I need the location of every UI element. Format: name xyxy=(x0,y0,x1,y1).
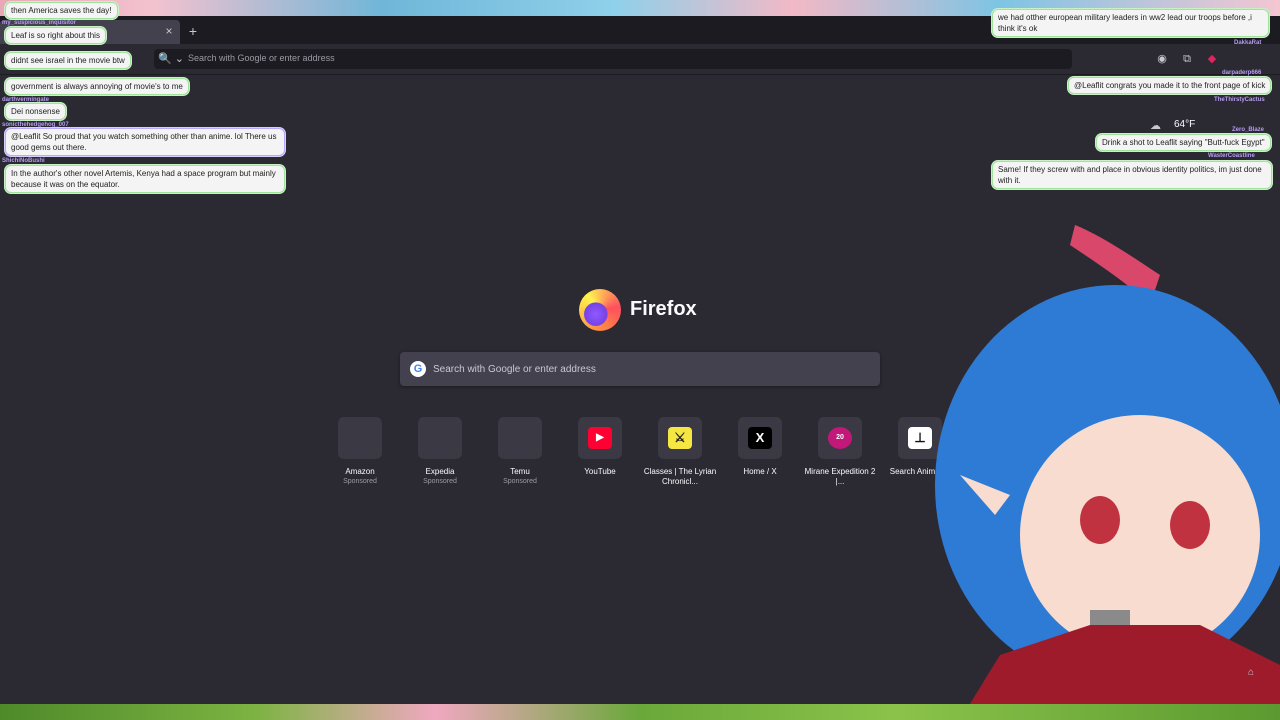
chat-message: In the author's other novel Artemis, Ken… xyxy=(5,165,285,193)
chat-message: Same! If they screw with and place in ob… xyxy=(992,161,1272,189)
search-placeholder: Search with Google or enter address xyxy=(433,364,596,375)
top-site-tile[interactable]: Temu Sponsored xyxy=(480,417,560,487)
chat-username: DakkaRat xyxy=(1234,40,1262,46)
close-tab-icon[interactable]: × xyxy=(162,24,176,38)
weather-temperature: 64°F xyxy=(1174,119,1196,130)
top-site-tile[interactable]: Amazon Sponsored xyxy=(320,417,400,487)
chat-username: TheThirstyCactus xyxy=(1214,97,1265,103)
corner-overlay-icon: ⌂ xyxy=(1248,667,1255,678)
chat-username: my_suspicious_inquisitor xyxy=(2,20,77,26)
vtuber-avatar xyxy=(935,225,1280,720)
tile-sponsored: Sponsored xyxy=(503,478,537,485)
url-placeholder: Search with Google or enter address xyxy=(188,53,335,63)
google-icon: G xyxy=(410,361,426,377)
tile-sponsored: Sponsored xyxy=(343,478,377,485)
top-site-tile[interactable]: ⚔ Classes | The Lyrian Chronicl... xyxy=(640,417,720,487)
tile-title: Classes | The Lyrian Chronicl... xyxy=(643,467,717,486)
chat-message: Dei nonsense xyxy=(5,103,66,120)
chat-username: Zero_Blaze xyxy=(1232,127,1265,133)
chat-message: didnt see israel in the movie btw xyxy=(5,52,131,69)
tile-icon-placeholder xyxy=(498,417,542,459)
tile-icon-placeholder xyxy=(338,417,382,459)
tile-sponsored: Sponsored xyxy=(423,478,457,485)
search-engine-icon[interactable]: 🔍 ⌄ xyxy=(158,51,184,67)
firefox-logo-icon xyxy=(579,289,621,331)
cloud-icon: ☁ xyxy=(1150,120,1161,132)
chat-message: then America saves the day! xyxy=(5,2,118,19)
swords-icon: ⚔ xyxy=(668,427,692,449)
tile-title: Home / X xyxy=(743,467,777,476)
stream-overlay-bottom xyxy=(0,704,1280,720)
tile-icon-placeholder xyxy=(418,417,462,459)
brand-title: Firefox xyxy=(630,298,697,320)
avatar-eye xyxy=(1080,496,1120,544)
chat-username: WasterCoastline xyxy=(1208,153,1255,159)
top-site-tile[interactable]: ▶ YouTube xyxy=(560,417,640,487)
x-logo-icon: X xyxy=(748,427,772,449)
tile-title: YouTube xyxy=(584,467,616,476)
youtube-icon: ▶ xyxy=(588,427,612,449)
d20-icon: 20 xyxy=(828,427,852,449)
extensions-icon[interactable]: ⧉ xyxy=(1180,52,1194,66)
chat-message: government is always annoying of movie's… xyxy=(5,78,189,95)
chat-username: ShichiNoBushi xyxy=(2,158,45,164)
chat-message: Drink a shot to Leaflit saying "Butt-fuc… xyxy=(1096,134,1271,151)
top-site-tile[interactable]: 20 Mirane Expedition 2 |... xyxy=(800,417,880,487)
tile-title: Mirane Expedition 2 |... xyxy=(804,467,876,486)
tile-title: Amazon xyxy=(345,467,375,476)
account-icon[interactable]: ◉ xyxy=(1155,52,1169,66)
chat-username: darpaderp666 xyxy=(1222,70,1262,76)
new-tab-button[interactable]: + xyxy=(186,24,200,38)
tile-title: Expedia xyxy=(425,467,455,476)
chat-message: @Leaflit So proud that you watch somethi… xyxy=(5,128,285,156)
tile-title: Temu xyxy=(510,467,530,476)
chat-message: we had otther european military leaders … xyxy=(992,9,1269,37)
chat-message: Leaf is so right about this xyxy=(5,27,106,44)
top-site-tile[interactable]: X Home / X xyxy=(720,417,800,487)
ublock-icon[interactable]: ◆ xyxy=(1205,52,1219,66)
avatar-eye xyxy=(1170,501,1210,549)
chat-message: @Leaflit congrats you made it to the fro… xyxy=(1068,77,1272,94)
avatar-face xyxy=(1020,415,1260,655)
top-site-tile[interactable]: Expedia Sponsored xyxy=(400,417,480,487)
